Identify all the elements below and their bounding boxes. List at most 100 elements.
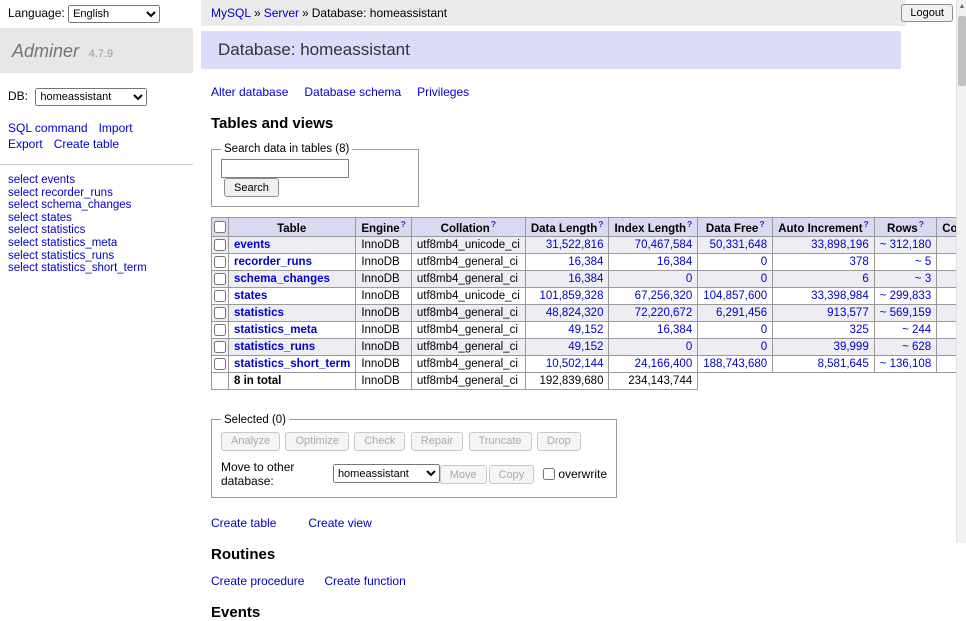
logout-button[interactable]: Logout [901,4,953,22]
row-select-checkbox[interactable] [214,290,226,302]
table-name-link[interactable]: recorder_runs [234,256,312,268]
breadcrumb-mysql-link[interactable]: MySQL [211,6,251,20]
table-name-link[interactable]: statistics_runs [234,341,315,353]
index-length-link[interactable]: 24,166,400 [635,358,693,370]
create-table-link-sidebar[interactable]: Create table [54,137,119,151]
drop-button[interactable]: Drop [537,432,581,451]
rows-count-link[interactable]: ~ 5 [915,256,931,268]
sidebar-item-select-statistics-meta[interactable]: select statistics_meta [8,237,117,249]
import-link[interactable]: Import [99,121,133,135]
sidebar-item-select-statistics-short-term[interactable]: select statistics_short_term [8,262,147,274]
move-button[interactable]: Move [440,465,487,484]
data-free-link[interactable]: 6,291,456 [716,307,767,319]
sql-command-link[interactable]: SQL command [8,121,88,135]
analyze-button[interactable]: Analyze [221,432,280,451]
data-free-link[interactable]: 0 [761,256,767,268]
help-link[interactable]: ? [687,219,692,229]
alter-database-link[interactable]: Alter database [211,85,288,99]
search-button[interactable]: Search [224,178,279,197]
auto-increment-link[interactable]: 39,999 [834,341,869,353]
data-free-link[interactable]: 0 [761,273,767,285]
sidebar-item-select-statistics[interactable]: select statistics [8,224,85,236]
rows-count-link[interactable]: ~ 569,159 [880,307,931,319]
help-link[interactable]: ? [598,219,603,229]
data-free-link[interactable]: 188,743,680 [703,358,767,370]
overwrite-checkbox[interactable] [543,468,555,480]
auto-increment-link[interactable]: 378 [850,256,869,268]
data-length-link[interactable]: 31,522,816 [546,239,604,251]
table-name-link[interactable]: events [234,239,270,251]
scroll-up-arrow-icon[interactable]: ▲ [958,2,966,12]
index-length-link[interactable]: 16,384 [657,324,692,336]
create-view-link[interactable]: Create view [308,516,371,530]
rows-count-link[interactable]: ~ 3 [915,273,931,285]
index-length-link[interactable]: 70,467,584 [635,239,693,251]
help-link[interactable]: ? [491,219,496,229]
index-length-link[interactable]: 16,384 [657,256,692,268]
auto-increment-link[interactable]: 6 [862,273,868,285]
create-procedure-link[interactable]: Create procedure [211,574,304,588]
copy-button[interactable]: Copy [489,465,535,484]
row-select-checkbox[interactable] [214,358,226,370]
auto-increment-link[interactable]: 33,898,196 [811,239,869,251]
data-free-link[interactable]: 0 [761,324,767,336]
data-free-link[interactable]: 50,331,648 [710,239,768,251]
search-input[interactable] [221,159,349,178]
data-length-link[interactable]: 10,502,144 [546,358,604,370]
auto-increment-link[interactable]: 913,577 [827,307,869,319]
data-length-link[interactable]: 16,384 [568,273,603,285]
row-select-checkbox[interactable] [214,341,226,353]
help-link[interactable]: ? [401,219,406,229]
auto-increment-link[interactable]: 8,581,645 [818,358,869,370]
table-name-link[interactable]: states [234,290,267,302]
data-free-link[interactable]: 0 [761,341,767,353]
table-name-link[interactable]: statistics_meta [234,324,317,336]
sidebar-item-select-recorder-runs[interactable]: select recorder_runs [8,187,113,199]
scrollbar-thumb[interactable] [958,16,966,86]
vertical-scrollbar[interactable]: ▲ [956,0,966,543]
database-schema-link[interactable]: Database schema [304,85,401,99]
sidebar-item-select-events[interactable]: select events [8,174,75,186]
select-all-checkbox[interactable] [214,221,226,233]
rows-count-link[interactable]: ~ 136,108 [880,358,931,370]
rows-count-link[interactable]: ~ 244 [902,324,931,336]
rows-count-link[interactable]: ~ 628 [902,341,931,353]
data-free-link[interactable]: 104,857,600 [703,290,767,302]
index-length-link[interactable]: 67,256,320 [635,290,693,302]
data-length-link[interactable]: 101,859,328 [540,290,604,302]
help-link[interactable]: ? [864,219,869,229]
help-link[interactable]: ? [919,219,924,229]
sidebar-item-select-schema-changes[interactable]: select schema_changes [8,199,131,211]
create-function-link[interactable]: Create function [324,574,405,588]
row-select-checkbox[interactable] [214,256,226,268]
row-select-checkbox[interactable] [214,273,226,285]
privileges-link[interactable]: Privileges [417,85,469,99]
index-length-link[interactable]: 0 [686,341,692,353]
index-length-link[interactable]: 0 [686,273,692,285]
auto-increment-link[interactable]: 33,398,984 [811,290,869,302]
data-length-link[interactable]: 48,824,320 [546,307,604,319]
sidebar-item-select-statistics-runs[interactable]: select statistics_runs [8,250,114,262]
sidebar-item-select-states[interactable]: select states [8,212,72,224]
row-select-checkbox[interactable] [214,324,226,336]
optimize-button[interactable]: Optimize [285,432,348,451]
table-name-link[interactable]: statistics [234,307,284,319]
truncate-button[interactable]: Truncate [469,432,532,451]
breadcrumb-server-link[interactable]: Server [264,6,299,20]
export-link[interactable]: Export [8,137,43,151]
move-database-select[interactable]: homeassistant [333,464,440,483]
data-length-link[interactable]: 16,384 [568,256,603,268]
rows-count-link[interactable]: ~ 299,833 [880,290,931,302]
table-name-link[interactable]: statistics_short_term [234,358,350,370]
rows-count-link[interactable]: ~ 312,180 [880,239,931,251]
auto-increment-link[interactable]: 325 [850,324,869,336]
language-select[interactable]: English [68,5,160,23]
help-link[interactable]: ? [759,219,764,229]
row-select-checkbox[interactable] [214,239,226,251]
check-button[interactable]: Check [354,432,405,451]
table-name-link[interactable]: schema_changes [234,273,330,285]
repair-button[interactable]: Repair [411,432,463,451]
data-length-link[interactable]: 49,152 [568,341,603,353]
index-length-link[interactable]: 72,220,672 [635,307,693,319]
db-select[interactable]: homeassistant [35,88,147,106]
